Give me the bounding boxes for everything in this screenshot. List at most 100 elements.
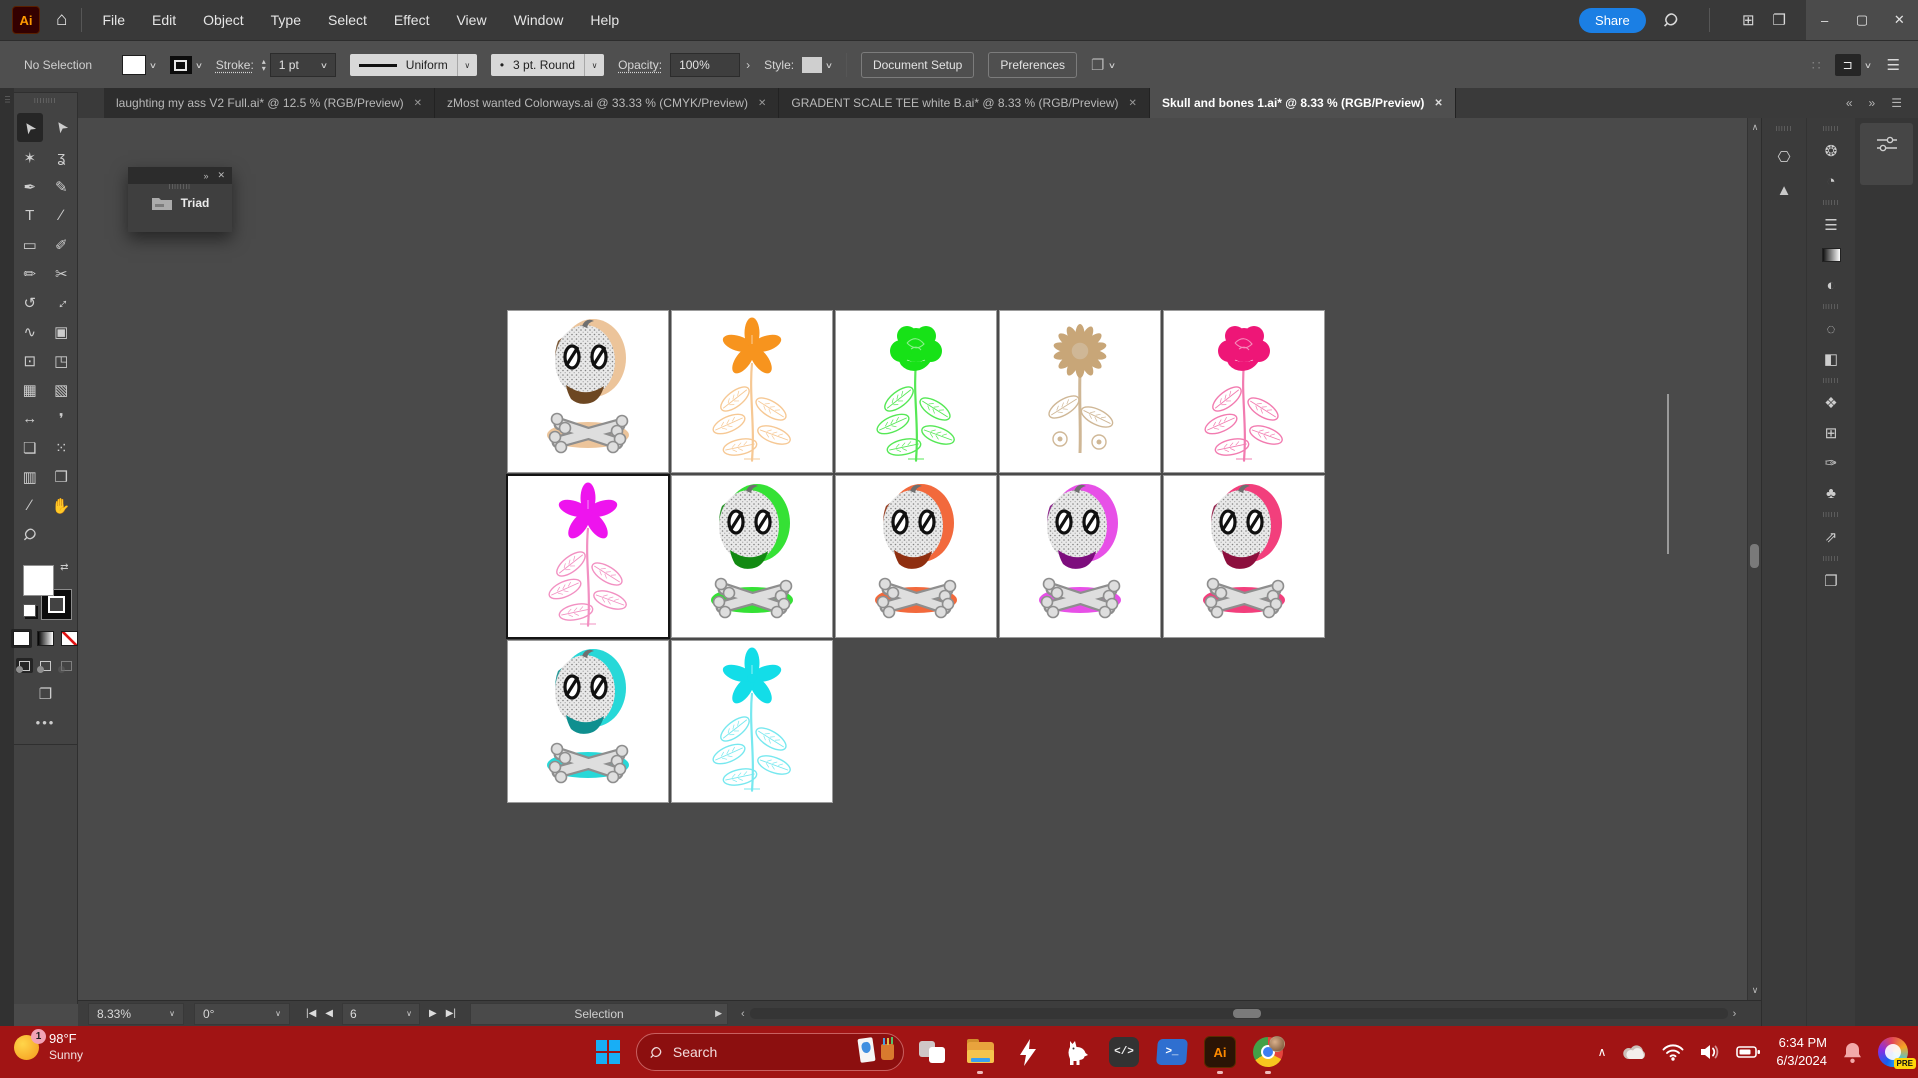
- file-explorer-icon[interactable]: [960, 1028, 1000, 1076]
- stroke-stepper[interactable]: ▴▾: [262, 58, 266, 72]
- blend-tool[interactable]: ❏: [14, 433, 46, 462]
- width-profile-dropdown[interactable]: Uniform: [350, 54, 457, 76]
- first-artboard-button[interactable]: |◀: [306, 1008, 316, 1019]
- rectangle-tool[interactable]: ▭: [14, 230, 46, 259]
- panel-grip[interactable]: ||||||: [1823, 304, 1840, 310]
- measure-tool[interactable]: ↔: [14, 404, 46, 433]
- lightning-app-icon[interactable]: [1008, 1028, 1048, 1076]
- artboard-10[interactable]: [1164, 476, 1324, 637]
- brushes-panel-icon[interactable]: ✑: [1825, 448, 1838, 478]
- artboards-panel-icon[interactable]: ❐: [1824, 566, 1837, 596]
- windows-start-icon[interactable]: [596, 1040, 620, 1064]
- appearance-panel-icon[interactable]: ◌: [1827, 314, 1836, 344]
- vertical-scrollbar[interactable]: ∧ ∨: [1747, 118, 1762, 1000]
- llama-app-icon[interactable]: [1056, 1028, 1096, 1076]
- chevron-down-icon[interactable]: ∨: [149, 61, 157, 70]
- layers-panel-icon[interactable]: ❖: [1824, 388, 1837, 418]
- rotation-field[interactable]: 0°∨: [194, 1003, 290, 1025]
- vertical-scroll-thumb[interactable]: [1750, 544, 1759, 568]
- menu-file[interactable]: File: [102, 12, 125, 28]
- panel-grip[interactable]: ||||||: [1823, 556, 1840, 562]
- scissors-tool[interactable]: ✂: [46, 259, 78, 288]
- tray-chevron-icon[interactable]: ∧: [1598, 1045, 1607, 1059]
- fill-swatch[interactable]: [122, 55, 146, 75]
- chevrons-right-icon[interactable]: »: [1869, 96, 1876, 110]
- column-graph-tool[interactable]: ▥: [14, 462, 46, 491]
- draw-normal-mode[interactable]: [16, 658, 33, 673]
- canvas[interactable]: [78, 118, 1747, 1000]
- app-logo-icon[interactable]: Ai: [12, 6, 40, 34]
- artboard-1[interactable]: [508, 311, 668, 472]
- arrange-documents-icon[interactable]: ⊞: [1742, 11, 1755, 29]
- menu-help[interactable]: Help: [590, 12, 619, 28]
- export-panel-icon[interactable]: ⇗: [1825, 522, 1838, 552]
- horizontal-scrollbar[interactable]: ‹ ›: [736, 1008, 1741, 1020]
- artboard-9[interactable]: [1000, 476, 1160, 637]
- horizontal-scroll-thumb[interactable]: [1233, 1009, 1261, 1018]
- artboard-6[interactable]: [508, 476, 668, 637]
- gradient-button[interactable]: [35, 629, 56, 648]
- panel-grip[interactable]: ||||||: [1823, 200, 1840, 206]
- view-options-icon[interactable]: ❐: [1091, 56, 1104, 74]
- line-segment-tool[interactable]: ∕: [46, 201, 78, 230]
- selection-tool[interactable]: ➤: [17, 113, 43, 142]
- menu-view[interactable]: View: [456, 12, 486, 28]
- gradient-panel-icon[interactable]: [1822, 240, 1841, 270]
- screen-mode-icon[interactable]: ❐: [14, 685, 77, 703]
- artboard-12[interactable]: [672, 641, 832, 802]
- document-setup-button[interactable]: Document Setup: [861, 52, 974, 78]
- weather-widget[interactable]: 1 98°F Sunny: [14, 1031, 83, 1064]
- chevron-down-icon[interactable]: ∨: [195, 61, 203, 70]
- menu-object[interactable]: Object: [203, 12, 243, 28]
- previous-artboard-button[interactable]: ◀: [325, 1008, 333, 1019]
- artboard-5[interactable]: [1164, 311, 1324, 472]
- close-icon[interactable]: ✕: [414, 98, 422, 109]
- mesh-tool[interactable]: ▦: [14, 375, 46, 404]
- menu-window[interactable]: Window: [514, 12, 564, 28]
- perspective-grid-tool[interactable]: ◳: [46, 346, 78, 375]
- swatches-panel-icon[interactable]: ⊞: [1825, 418, 1838, 448]
- artboard-4[interactable]: [1000, 311, 1160, 472]
- scroll-down-icon[interactable]: ∨: [1748, 985, 1762, 996]
- menu-select[interactable]: Select: [328, 12, 367, 28]
- rotate-tool[interactable]: ↺: [14, 288, 46, 317]
- curvature-tool[interactable]: ✎: [46, 172, 78, 201]
- artboard-tool[interactable]: ❒: [46, 462, 78, 491]
- horizontal-scroll-rail[interactable]: [750, 1008, 1728, 1019]
- list-menu-icon[interactable]: ☰: [1887, 56, 1900, 74]
- swap-fill-stroke-icon[interactable]: ⇄: [60, 562, 68, 573]
- scale-tool[interactable]: ↔: [46, 288, 78, 317]
- hand-tool[interactable]: ✋: [46, 491, 78, 520]
- chevron-down-icon[interactable]: ∨: [457, 54, 477, 76]
- notifications-bell-icon[interactable]: [1842, 1041, 1863, 1064]
- status-popup-icon[interactable]: ▶: [715, 1008, 722, 1019]
- panel-grip[interactable]: ||||||: [1823, 512, 1840, 518]
- menu-effect[interactable]: Effect: [394, 12, 430, 28]
- home-icon[interactable]: ⌂: [56, 9, 67, 31]
- scroll-up-icon[interactable]: ∧: [1748, 122, 1762, 133]
- pen-tool[interactable]: ✒: [14, 172, 46, 201]
- scroll-right-icon[interactable]: ›: [1733, 1008, 1737, 1020]
- brush-definition-dropdown[interactable]: •3 pt. Round: [491, 54, 584, 76]
- onedrive-icon[interactable]: [1621, 1044, 1647, 1060]
- close-icon[interactable]: ✕: [1434, 98, 1442, 109]
- chevron-down-icon[interactable]: ∨: [1107, 61, 1115, 70]
- collapse-panel-icon[interactable]: »: [203, 171, 208, 181]
- draw-behind-mode[interactable]: [37, 658, 54, 673]
- shape-builder-tool[interactable]: ⊡: [14, 346, 46, 375]
- chevron-down-icon[interactable]: ∨: [825, 61, 833, 70]
- document-tab[interactable]: Skull and bones 1.ai* @ 8.33 % (RGB/Prev…: [1150, 88, 1456, 118]
- taskbar-search[interactable]: Ϙ Search: [636, 1033, 904, 1071]
- type-tool[interactable]: T: [14, 201, 46, 230]
- style-swatch[interactable]: [802, 57, 822, 73]
- next-artboard-button[interactable]: ▶: [429, 1008, 437, 1019]
- status-readout[interactable]: Selection ▶: [470, 1003, 728, 1025]
- document-tab[interactable]: zMost wanted Colorways.ai @ 33.33 % (CMY…: [435, 88, 779, 118]
- edit-toolbar-icon[interactable]: •••: [14, 715, 77, 745]
- battery-icon[interactable]: [1736, 1045, 1761, 1059]
- width-tool[interactable]: ∿: [14, 317, 46, 346]
- document-tab[interactable]: laughting my ass V2 Full.ai* @ 12.5 % (R…: [104, 88, 435, 118]
- folder-label[interactable]: Triad: [181, 196, 210, 210]
- chevron-down-icon[interactable]: ∨: [584, 54, 604, 76]
- panel-grip[interactable]: ||||||: [1823, 126, 1840, 132]
